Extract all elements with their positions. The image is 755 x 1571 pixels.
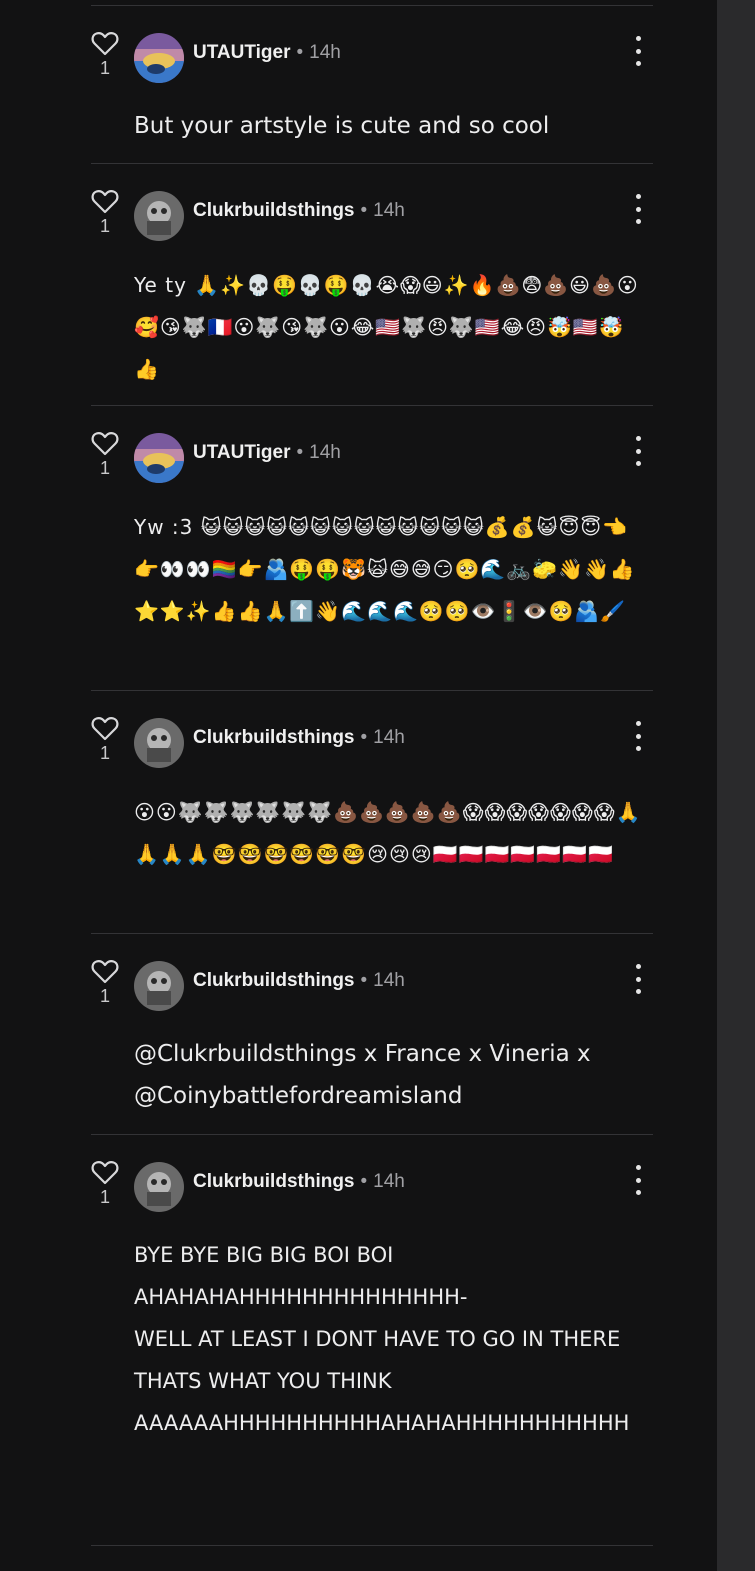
more-options-icon[interactable] — [628, 964, 648, 994]
username[interactable]: Clukrbuildsthings — [193, 970, 355, 991]
heart-icon[interactable] — [91, 430, 119, 456]
avatar[interactable] — [134, 961, 184, 1011]
more-options-icon[interactable] — [628, 436, 648, 466]
avatar[interactable] — [134, 1162, 184, 1212]
timestamp: 14h — [309, 442, 341, 463]
avatar-image — [134, 718, 184, 768]
heart-icon[interactable] — [91, 958, 119, 984]
like-count: 1 — [99, 58, 110, 78]
avatar[interactable] — [134, 191, 184, 241]
avatar[interactable] — [134, 718, 184, 768]
like-button[interactable]: 1 — [91, 1159, 119, 1208]
avatar[interactable] — [134, 33, 184, 83]
avatar-image — [134, 961, 184, 1011]
username[interactable]: Clukrbuildsthings — [193, 1171, 355, 1192]
like-button[interactable]: 1 — [91, 430, 119, 479]
avatar-image — [134, 33, 184, 83]
heart-icon[interactable] — [91, 715, 119, 741]
username[interactable]: UTAUTiger — [193, 42, 290, 63]
more-options-icon[interactable] — [628, 1165, 648, 1195]
like-button[interactable]: 1 — [91, 715, 119, 764]
divider — [91, 5, 653, 6]
avatar-image — [134, 1162, 184, 1212]
meta-separator: • — [360, 727, 368, 748]
comment-text: Yw :3 😺😺😺😺😺😺😺😺😺😺😺😺😺💰💰😺😇😇👈👉👀👀🏳️‍🌈👉🫂🤑🤑🐯🙀😅😅… — [134, 515, 636, 623]
comment-text: Ye ty 🙏✨💀🤑💀🤑💀😭😱😃✨🔥💩😨💩😃💩😮🥰😘🐺🇫🇷😮🐺😘🐺😮😂🇺🇸🐺😠🐺… — [134, 273, 639, 381]
heart-icon[interactable] — [91, 1159, 119, 1185]
comment-meta: UTAUTiger • 14h — [193, 442, 341, 464]
meta-separator: • — [296, 42, 304, 63]
like-count: 1 — [99, 216, 110, 236]
divider — [91, 690, 653, 691]
timestamp: 14h — [309, 42, 341, 63]
like-count: 1 — [99, 1187, 110, 1207]
more-options-icon[interactable] — [628, 721, 648, 751]
timestamp: 14h — [373, 727, 405, 748]
divider — [91, 1134, 653, 1135]
comment-meta: Clukrbuildsthings • 14h — [193, 200, 405, 222]
username[interactable]: UTAUTiger — [193, 442, 290, 463]
like-button[interactable]: 1 — [91, 188, 119, 237]
avatar[interactable] — [134, 433, 184, 483]
avatar-image — [134, 433, 184, 483]
comment-meta: Clukrbuildsthings • 14h — [193, 970, 405, 992]
heart-icon[interactable] — [91, 188, 119, 214]
timestamp: 14h — [373, 970, 405, 991]
more-options-icon[interactable] — [628, 194, 648, 224]
comment-meta: Clukrbuildsthings • 14h — [193, 1171, 405, 1193]
timestamp: 14h — [373, 1171, 405, 1192]
divider — [91, 405, 653, 406]
like-count: 1 — [99, 458, 110, 478]
comment-meta: Clukrbuildsthings • 14h — [193, 727, 405, 749]
avatar-image — [134, 191, 184, 241]
divider — [91, 1545, 653, 1546]
comment-meta: UTAUTiger • 14h — [193, 42, 341, 64]
comment-text: But your artstyle is cute and so cool — [134, 113, 550, 139]
heart-icon[interactable] — [91, 30, 119, 56]
divider — [91, 163, 653, 164]
username[interactable]: Clukrbuildsthings — [193, 200, 355, 221]
meta-separator: • — [360, 970, 368, 991]
username[interactable]: Clukrbuildsthings — [193, 727, 355, 748]
comment-text: 😮😮🐺🐺🐺🐺🐺🐺💩💩💩💩💩😱😱😱😱😱😱😱🙏🙏🙏🙏🤓🤓🤓🤓🤓🤓😢😢😢🇵🇱🇵🇱🇵🇱🇵… — [134, 800, 642, 866]
like-button[interactable]: 1 — [91, 958, 119, 1007]
meta-separator: • — [360, 200, 368, 221]
timestamp: 14h — [373, 200, 405, 221]
like-count: 1 — [99, 743, 110, 763]
like-button[interactable]: 1 — [91, 30, 119, 79]
meta-separator: • — [296, 442, 304, 463]
meta-separator: • — [360, 1171, 368, 1192]
comment-feed: 1 UTAUTiger • 14h But your artstyle is cut… — [0, 0, 717, 1571]
divider — [91, 933, 653, 934]
comment-text: BYE BYE BIG BIG BOI BOI AHAHAHAHHHHHHHHH… — [134, 1243, 630, 1435]
more-options-icon[interactable] — [628, 36, 648, 66]
like-count: 1 — [99, 986, 110, 1006]
comment-text: @Clukrbuildsthings x France x Vineria x … — [134, 1041, 598, 1109]
scrollbar[interactable] — [717, 0, 755, 1571]
